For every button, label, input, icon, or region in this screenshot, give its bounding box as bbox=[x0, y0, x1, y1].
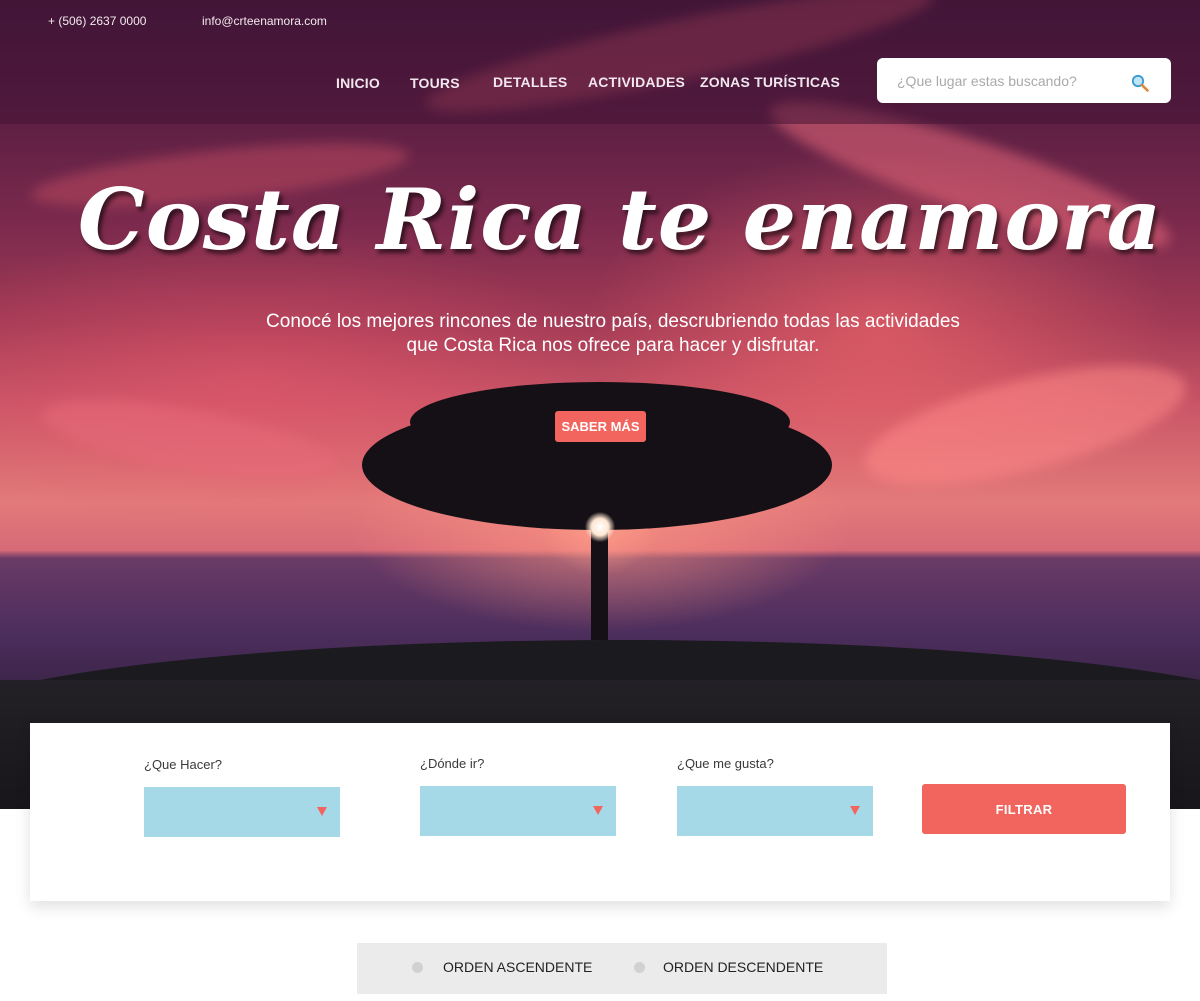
sort-ascending-label[interactable]: ORDEN ASCENDENTE bbox=[443, 959, 592, 975]
search-icon[interactable] bbox=[1131, 74, 1149, 92]
dropdown-caret-icon bbox=[593, 806, 603, 815]
saber-mas-button[interactable]: SABER MÁS bbox=[555, 411, 646, 442]
que-hacer-select[interactable] bbox=[144, 787, 340, 837]
que-me-gusta-select[interactable] bbox=[677, 786, 873, 836]
filtrar-button[interactable]: FILTRAR bbox=[922, 784, 1126, 834]
hero-subtitle: Conocé los mejores rincones de nuestro p… bbox=[266, 311, 960, 356]
search-input[interactable] bbox=[897, 58, 1127, 103]
hero-title: Costa Rica te enamora bbox=[77, 170, 1163, 269]
header-bar: + (506) 2637 0000 info@crteenamora.com I… bbox=[0, 0, 1200, 124]
phone-number: + (506) 2637 0000 bbox=[48, 14, 147, 28]
dropdown-caret-icon bbox=[317, 807, 327, 816]
nav-zonas-turisticas[interactable]: ZONAS TURÍSTICAS bbox=[700, 74, 840, 90]
sun bbox=[585, 512, 615, 542]
cloud-streak bbox=[37, 384, 343, 496]
filter-label-que-me-gusta: ¿Que me gusta? bbox=[677, 756, 774, 771]
sort-descending-radio[interactable] bbox=[634, 962, 645, 973]
search-box bbox=[877, 58, 1171, 103]
sort-descending-label[interactable]: ORDEN DESCENDENTE bbox=[663, 959, 823, 975]
filter-label-donde-ir: ¿Dónde ir? bbox=[420, 756, 485, 771]
sort-ascending-radio[interactable] bbox=[412, 962, 423, 973]
nav-tours[interactable]: TOURS bbox=[410, 75, 460, 91]
filter-card: ¿Que Hacer? ¿Dónde ir? ¿Que me gusta? FI… bbox=[30, 723, 1170, 901]
sort-bar: ORDEN ASCENDENTE ORDEN DESCENDENTE bbox=[357, 943, 887, 994]
dropdown-caret-icon bbox=[850, 806, 860, 815]
donde-ir-select[interactable] bbox=[420, 786, 616, 836]
nav-actividades[interactable]: ACTIVIDADES bbox=[588, 74, 685, 90]
filter-label-que-hacer: ¿Que Hacer? bbox=[144, 757, 223, 772]
nav-inicio[interactable]: INICIO bbox=[336, 75, 380, 91]
nav-detalles[interactable]: DETALLES bbox=[493, 74, 567, 90]
cloud-streak bbox=[854, 341, 1196, 509]
email-address[interactable]: info@crteenamora.com bbox=[202, 14, 327, 28]
